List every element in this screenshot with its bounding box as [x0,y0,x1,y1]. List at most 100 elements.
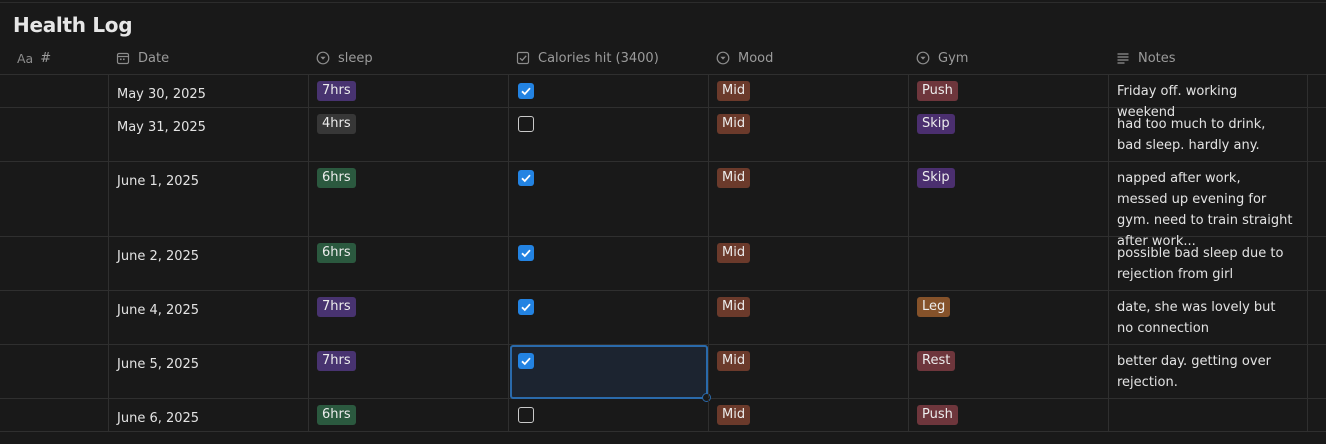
title-cell[interactable] [9,75,108,107]
notes-cell[interactable]: had too much to drink, bad sleep. hardly… [1108,108,1308,161]
column-header-label: Date [138,50,170,66]
title-cell[interactable] [9,399,108,431]
column-header-mood[interactable]: Mood [708,42,908,74]
notes-cell[interactable]: Friday off. working weekend [1108,75,1308,120]
table-row[interactable]: June 4, 2025 7hrs Mid Leg date, she was … [0,291,1326,345]
title-cell[interactable] [9,237,108,290]
mood-tag: Mid [717,405,751,425]
mood-cell[interactable]: Mid [708,291,908,344]
gym-cell[interactable]: Leg [908,291,1108,344]
sleep-cell[interactable]: 6hrs [308,237,508,290]
date-value: June 4, 2025 [117,303,200,318]
calories-cell[interactable] [508,162,708,236]
sleep-cell[interactable]: 6hrs [308,162,508,236]
calendar-icon [116,51,130,65]
column-header-notes[interactable]: Notes [1108,42,1308,74]
gym-tag: Push [917,81,958,101]
sleep-cell[interactable]: 7hrs [308,345,508,398]
notes-cell[interactable]: possible bad sleep due to rejection from… [1108,237,1308,290]
notes-cell[interactable]: date, she was lovely but no connection [1108,291,1308,344]
mood-cell[interactable]: Mid [708,75,908,107]
notes-cell[interactable]: better day. getting over rejection. [1108,345,1308,398]
sleep-cell[interactable]: 4hrs [308,108,508,161]
sleep-tag: 6hrs [317,405,356,425]
table-header: Aa # Date sleep Calories hit (3400) Mood… [0,42,1326,75]
sleep-tag: 7hrs [317,351,356,371]
top-divider [0,2,1326,3]
sleep-cell[interactable]: 6hrs [308,399,508,431]
date-value: June 5, 2025 [117,357,200,372]
title-type-icon: Aa [17,50,34,66]
gym-tag: Skip [917,168,955,188]
select-icon [716,51,730,65]
title-cell[interactable] [9,345,108,398]
table-row[interactable]: May 30, 2025 7hrs Mid Push Friday off. w… [0,75,1326,120]
calories-cell[interactable] [508,291,708,344]
calories-checkbox[interactable] [518,407,534,423]
gym-tag: Push [917,405,958,425]
date-value: June 6, 2025 [117,411,200,426]
title-cell[interactable] [9,162,108,236]
mood-cell[interactable]: Mid [708,108,908,161]
gym-cell[interactable] [908,237,1108,290]
date-value: June 1, 2025 [117,174,200,189]
mood-tag: Mid [717,297,751,317]
calories-cell-selected[interactable] [508,345,711,402]
column-header-gym[interactable]: Gym [908,42,1108,74]
mood-cell[interactable]: Mid [708,399,908,431]
gym-tag: Skip [917,114,955,134]
column-header-date[interactable]: Date [108,42,308,74]
notes-text: better day. getting over rejection. [1117,354,1271,390]
calories-cell[interactable] [508,399,708,431]
sleep-tag: 7hrs [317,81,356,101]
date-cell[interactable]: May 31, 2025 [108,108,308,161]
table-row[interactable]: May 31, 2025 4hrs Mid Skip had too much … [0,108,1326,162]
calories-checkbox[interactable] [518,245,534,261]
checkbox-icon [516,51,530,65]
gym-cell[interactable]: Skip [908,108,1108,161]
column-header-label: Mood [738,50,774,66]
gym-cell[interactable]: Skip [908,162,1108,236]
date-value: May 30, 2025 [117,87,206,102]
table-row[interactable]: June 6, 2025 6hrs Mid Push [0,399,1326,432]
column-header-label: sleep [338,50,373,66]
mood-tag: Mid [717,351,751,371]
sleep-tag: 4hrs [317,114,356,134]
calories-checkbox[interactable] [518,170,534,186]
gym-cell[interactable]: Rest [908,345,1108,398]
table-row[interactable]: June 1, 2025 6hrs Mid Skip napped after … [0,162,1326,249]
calories-checkbox[interactable] [518,353,534,369]
date-cell[interactable]: June 2, 2025 [108,237,308,290]
gym-tag: Leg [917,297,951,317]
mood-cell[interactable]: Mid [708,237,908,290]
calories-cell[interactable] [508,75,708,107]
date-cell[interactable]: May 30, 2025 [108,75,308,107]
mood-cell[interactable]: Mid [708,345,908,398]
date-cell[interactable]: June 4, 2025 [108,291,308,344]
calories-checkbox[interactable] [518,299,534,315]
date-cell[interactable]: June 6, 2025 [108,399,308,431]
date-cell[interactable]: June 5, 2025 [108,345,308,398]
gym-cell[interactable]: Push [908,399,1108,431]
calories-checkbox[interactable] [518,83,534,99]
table-row[interactable]: June 2, 2025 6hrs Mid possible bad sleep… [0,237,1326,291]
calories-cell[interactable] [508,108,708,161]
mood-cell[interactable]: Mid [708,162,908,236]
notes-cell[interactable]: napped after work, messed up evening for… [1108,162,1308,249]
notes-cell[interactable] [1108,399,1308,431]
sleep-tag: 6hrs [317,243,356,263]
sleep-cell[interactable]: 7hrs [308,75,508,107]
calories-cell[interactable] [508,237,708,290]
gym-cell[interactable]: Push [908,75,1108,107]
title-cell[interactable] [9,291,108,344]
column-header-sleep[interactable]: sleep [308,42,508,74]
calories-checkbox[interactable] [518,116,534,132]
table-row[interactable]: June 5, 2025 7hrs Mid Rest better day. g… [0,345,1326,402]
date-cell[interactable]: June 1, 2025 [108,162,308,236]
page-title: Health Log [13,13,133,37]
title-cell[interactable] [9,108,108,161]
column-header-calories[interactable]: Calories hit (3400) [508,42,708,74]
sleep-cell[interactable]: 7hrs [308,291,508,344]
column-header-title[interactable]: Aa # [9,42,108,74]
sleep-tag: 6hrs [317,168,356,188]
